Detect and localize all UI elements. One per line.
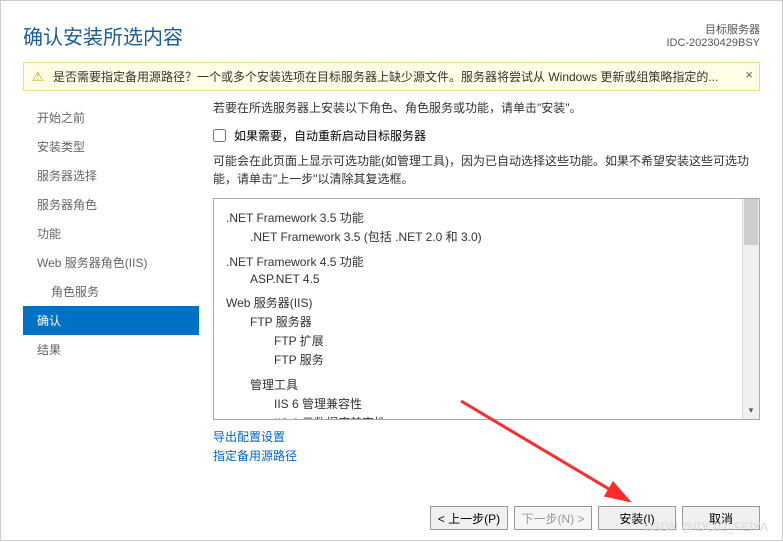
target-server-name: IDC-20230429BSY [666,37,760,49]
feature-item: Web 服务器(IIS) [226,294,747,311]
scrollbar-thumb[interactable] [744,199,758,245]
sidebar-item-server-select[interactable]: 服务器选择 [23,161,199,190]
feature-item: FTP 服务 [226,351,747,368]
sidebar-item-features[interactable]: 功能 [23,219,199,248]
cancel-button[interactable]: 取消 [682,506,760,530]
feature-list-box: .NET Framework 3.5 功能 .NET Framework 3.5 … [213,198,760,420]
sidebar-item-install-type[interactable]: 安装类型 [23,132,199,161]
note-text: 可能会在此页面上显示可选功能(如管理工具)，因为已自动选择这些功能。如果不希望安… [213,152,760,188]
prev-button[interactable]: < 上一步(P) [430,506,508,530]
target-server-block: 目标服务器 IDC-20230429BSY [666,21,760,49]
scrollbar[interactable]: ▾ [742,199,759,419]
export-config-link[interactable]: 导出配置设置 [213,428,760,447]
next-button: 下一步(N) > [514,506,592,530]
sidebar-item-before-begin[interactable]: 开始之前 [23,103,199,132]
main-panel: 若要在所选服务器上安装以下角色、角色服务或功能，请单击"安装"。 如果需要，自动… [199,99,760,499]
sidebar-item-server-roles[interactable]: 服务器角色 [23,190,199,219]
feature-item: IIS 6 元数据库兼容性 [226,414,747,419]
warning-icon: ⚠ [32,69,44,84]
feature-item: ASP.NET 4.5 [226,272,747,286]
alternate-source-link[interactable]: 指定备用源路径 [213,447,760,466]
target-label: 目标服务器 [666,21,760,37]
scrollbar-down-arrow[interactable]: ▾ [743,402,759,419]
auto-restart-row[interactable]: 如果需要，自动重新启动目标服务器 [213,127,760,144]
sidebar-item-iis-role[interactable]: Web 服务器角色(IIS) [23,248,199,277]
feature-item: FTP 服务器 [226,313,747,330]
warning-close-button[interactable]: × [745,67,753,82]
page-title: 确认安装所选内容 [23,21,183,50]
feature-item: .NET Framework 4.5 功能 [226,253,747,270]
wizard-sidebar: 开始之前 安装类型 服务器选择 服务器角色 功能 Web 服务器角色(IIS) … [23,99,199,499]
feature-item: .NET Framework 3.5 功能 [226,209,747,226]
feature-item: FTP 扩展 [226,332,747,349]
feature-item: 管理工具 [226,376,747,393]
warning-bar: ⚠ 是否需要指定备用源路径？一个或多个安装选项在目标服务器上缺少源文件。服务器将… [23,62,760,91]
feature-list: .NET Framework 3.5 功能 .NET Framework 3.5 … [214,199,759,419]
auto-restart-label: 如果需要，自动重新启动目标服务器 [234,127,426,144]
sidebar-item-results[interactable]: 结果 [23,335,199,364]
install-button[interactable]: 安装(I) [598,506,676,530]
links-block: 导出配置设置 指定备用源路径 [213,420,760,466]
warning-text: 是否需要指定备用源路径？一个或多个安装选项在目标服务器上缺少源文件。服务器将尝试… [53,70,718,84]
feature-item: IIS 6 管理兼容性 [226,395,747,412]
sidebar-item-role-services[interactable]: 角色服务 [23,277,199,306]
sidebar-item-confirm[interactable]: 确认 [23,306,199,335]
footer-buttons: < 上一步(P) 下一步(N) > 安装(I) 取消 [430,506,760,530]
feature-item: .NET Framework 3.5 (包括 .NET 2.0 和 3.0) [226,228,747,245]
instruction-text: 若要在所选服务器上安装以下角色、角色服务或功能，请单击"安装"。 [213,99,760,117]
auto-restart-checkbox[interactable] [213,129,226,142]
